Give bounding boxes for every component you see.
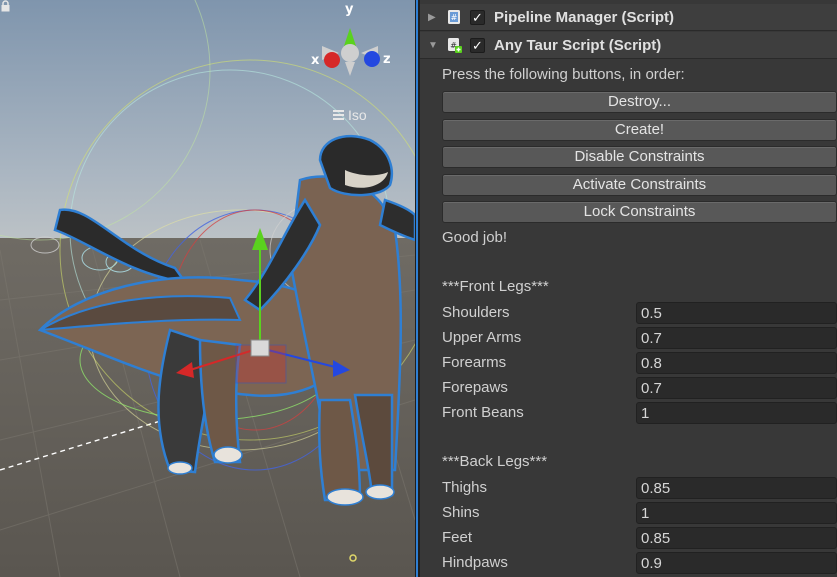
float-input[interactable]: 1: [636, 402, 837, 424]
float-input[interactable]: 1: [636, 502, 837, 524]
projection-label: Iso: [348, 107, 367, 123]
lock-constraints-button[interactable]: Lock Constraints: [442, 201, 837, 223]
gizmo-z-label: z: [383, 52, 391, 67]
foldout-collapsed-icon[interactable]: ▶: [428, 12, 438, 23]
create-button[interactable]: Create!: [442, 119, 837, 141]
gizmo-y-label: y: [345, 2, 354, 17]
field-thighs: Thighs 0.85: [442, 477, 837, 499]
component-title: Pipeline Manager (Script): [494, 8, 675, 26]
inspector-panel: ▶ # ✓ Pipeline Manager (Script) ▼ # ✓ An…: [420, 0, 837, 577]
front-legs-header: ***Front Legs***: [442, 278, 549, 295]
field-label: Upper Arms: [442, 329, 522, 346]
status-text: Good job!: [442, 229, 508, 246]
component-header-any-taur[interactable]: ▼ # ✓ Any Taur Script (Script): [420, 32, 837, 59]
float-input[interactable]: 0.85: [636, 477, 837, 499]
field-hindpaws: Hindpaws 0.9: [442, 552, 837, 574]
field-label: Front Beans: [442, 404, 524, 421]
scene-view[interactable]: y x z Iso: [0, 0, 415, 577]
field-forepaws: Forepaws 0.7: [442, 377, 837, 399]
script-icon: #: [448, 38, 462, 53]
component-header-pipeline-manager[interactable]: ▶ # ✓ Pipeline Manager (Script): [420, 4, 837, 31]
field-label: Forearms: [442, 354, 507, 371]
field-label: Shins: [442, 504, 480, 521]
activate-constraints-button[interactable]: Activate Constraints: [442, 174, 837, 196]
back-legs-header: ***Back Legs***: [442, 453, 548, 470]
float-input[interactable]: 0.7: [636, 327, 837, 349]
lock-icon[interactable]: [0, 0, 11, 12]
field-label: Thighs: [442, 479, 488, 496]
field-label: Forepaws: [442, 379, 508, 396]
projection-toggle[interactable]: Iso: [333, 107, 367, 123]
field-forearms: Forearms 0.8: [442, 352, 837, 374]
field-label: Feet: [442, 529, 473, 546]
field-label: Shoulders: [442, 304, 510, 321]
svg-text:#: #: [451, 13, 458, 22]
float-input[interactable]: 0.7: [636, 377, 837, 399]
field-shins: Shins 1: [442, 502, 837, 524]
field-front-beans: Front Beans 1: [442, 402, 837, 424]
disable-constraints-button[interactable]: Disable Constraints: [442, 146, 837, 168]
float-input[interactable]: 0.85: [636, 527, 837, 549]
float-input[interactable]: 0.8: [636, 352, 837, 374]
foldout-expanded-icon[interactable]: ▼: [428, 40, 438, 51]
field-shoulders: Shoulders 0.5: [442, 302, 837, 324]
component-enabled-checkbox[interactable]: ✓: [470, 9, 485, 25]
field-label: Hindpaws: [442, 554, 508, 571]
destroy-button[interactable]: Destroy...: [442, 91, 837, 113]
float-input[interactable]: 0.5: [636, 302, 837, 324]
field-feet: Feet 0.85: [442, 527, 837, 549]
component-title: Any Taur Script (Script): [494, 36, 662, 54]
script-icon: #: [448, 10, 460, 24]
float-input[interactable]: 0.9: [636, 552, 837, 574]
component-enabled-checkbox[interactable]: ✓: [470, 37, 485, 53]
scene-canvas[interactable]: [0, 0, 415, 577]
gizmo-x-label: x: [311, 53, 320, 68]
field-upper-arms: Upper Arms 0.7: [442, 327, 837, 349]
menu-icon: [333, 108, 344, 122]
instructions-text: Press the following buttons, in order:: [442, 66, 685, 83]
